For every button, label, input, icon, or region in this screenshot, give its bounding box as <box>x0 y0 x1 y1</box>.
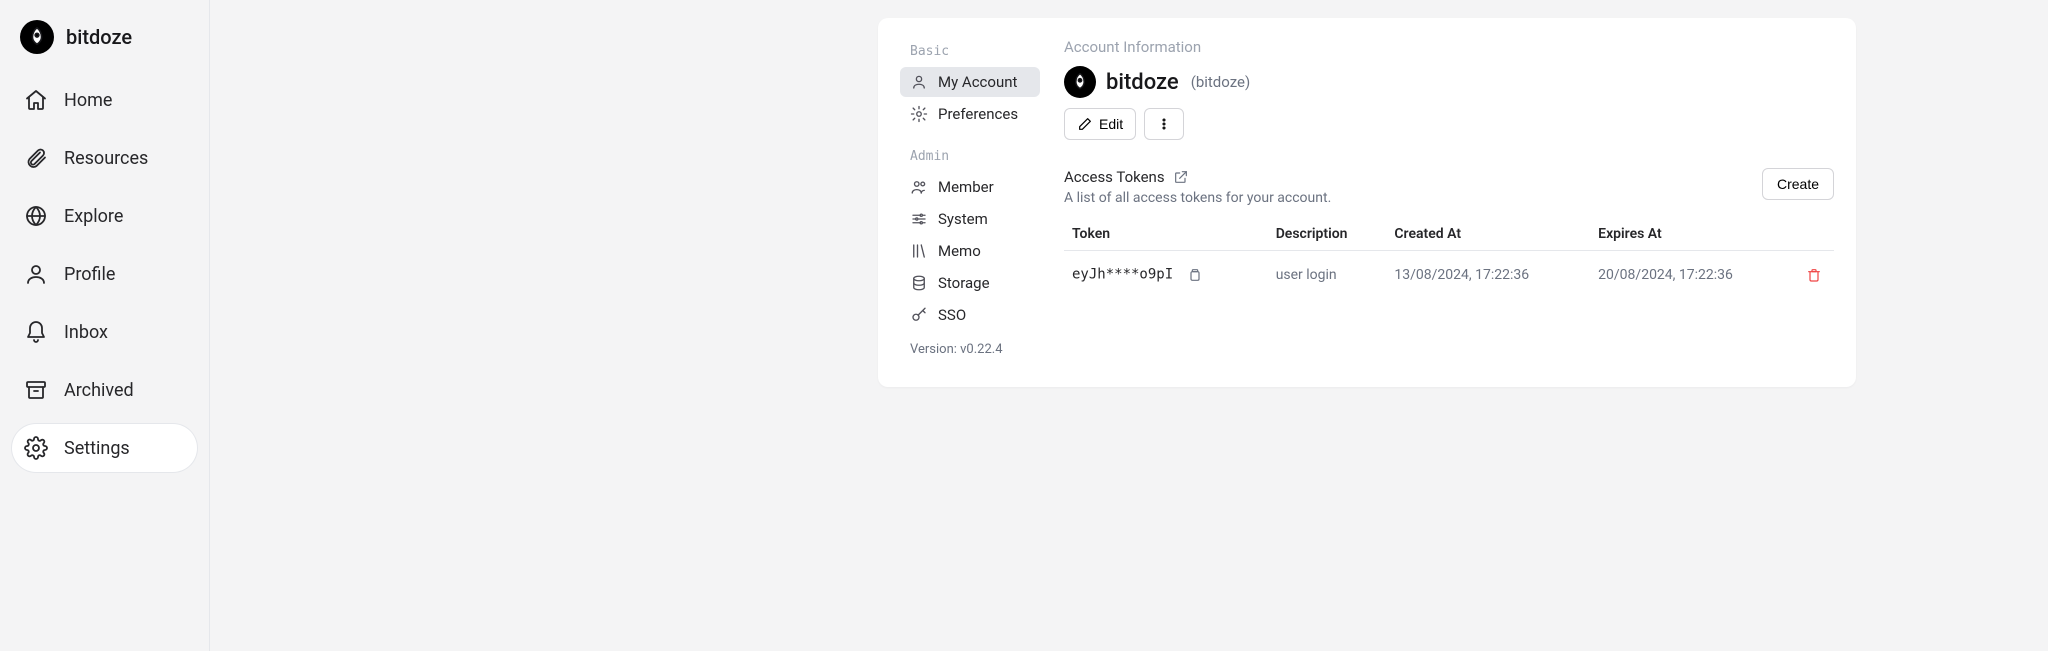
col-actions <box>1794 216 1834 251</box>
create-token-button[interactable]: Create <box>1762 168 1834 200</box>
settings-content: Account Information bitdoze (bitdoze) Ed… <box>1064 38 1834 367</box>
delete-token-button[interactable] <box>1802 263 1826 287</box>
trash-icon <box>1806 267 1822 283</box>
token-created: 13/08/2024, 17:22:36 <box>1386 251 1590 300</box>
nav-label: Archived <box>64 380 134 401</box>
nav-label: Settings <box>64 438 130 459</box>
more-vertical-icon <box>1156 116 1172 132</box>
tokens-title: Access Tokens <box>1064 168 1165 186</box>
settings-item-label: SSO <box>938 306 966 324</box>
nav-label: Explore <box>64 206 123 227</box>
main-content: Basic My Account Preferences Admin Membe… <box>210 0 2048 651</box>
globe-icon <box>24 204 48 228</box>
account-handle: (bitdoze) <box>1191 73 1251 91</box>
nav-label: Profile <box>64 264 115 285</box>
settings-card: Basic My Account Preferences Admin Membe… <box>878 18 1856 387</box>
token-description: user login <box>1268 251 1387 300</box>
col-created: Created At <box>1386 216 1590 251</box>
settings-item-label: Memo <box>938 242 981 260</box>
users-icon <box>910 178 928 196</box>
table-row: eyJh****o9pI user login 13/08/2024, 17:2… <box>1064 251 1834 300</box>
main-sidebar: bitdoze Home Resources Explore Profile I… <box>0 0 210 651</box>
nav-label: Home <box>64 90 112 111</box>
settings-item-label: Member <box>938 178 994 196</box>
account-display-name: bitdoze <box>1106 70 1179 95</box>
nav-settings[interactable]: Settings <box>12 424 197 472</box>
account-identity: bitdoze (bitdoze) <box>1064 66 1834 98</box>
settings-item-my-account[interactable]: My Account <box>900 67 1040 97</box>
col-token: Token <box>1064 216 1268 251</box>
group-label-basic: Basic <box>900 38 1040 65</box>
copy-token-button[interactable] <box>1183 263 1207 287</box>
settings-item-label: System <box>938 210 988 228</box>
settings-item-label: Preferences <box>938 105 1018 123</box>
section-title: Account Information <box>1064 38 1834 56</box>
settings-item-label: Storage <box>938 274 990 292</box>
settings-item-storage[interactable]: Storage <box>900 268 1040 298</box>
external-link-icon[interactable] <box>1173 169 1189 185</box>
col-description: Description <box>1268 216 1387 251</box>
more-button[interactable] <box>1144 108 1184 140</box>
nav-label: Resources <box>64 148 148 169</box>
edit-button-label: Edit <box>1099 116 1123 132</box>
avatar <box>1064 66 1096 98</box>
clipboard-icon <box>1187 267 1203 283</box>
tokens-description: A list of all access tokens for your acc… <box>1064 190 1331 206</box>
edit-button[interactable]: Edit <box>1064 108 1136 140</box>
col-expires: Expires At <box>1590 216 1794 251</box>
nav-archived[interactable]: Archived <box>12 366 197 414</box>
library-icon <box>910 242 928 260</box>
brand-logo <box>20 20 54 54</box>
settings-item-memo[interactable]: Memo <box>900 236 1040 266</box>
tokens-table: Token Description Created At Expires At … <box>1064 216 1834 299</box>
sliders-icon <box>910 210 928 228</box>
settings-nav: Basic My Account Preferences Admin Membe… <box>900 38 1040 367</box>
token-expires: 20/08/2024, 17:22:36 <box>1590 251 1794 300</box>
user-icon <box>910 73 928 91</box>
brand-name: bitdoze <box>66 25 132 49</box>
archive-icon <box>24 378 48 402</box>
group-label-admin: Admin <box>900 143 1040 170</box>
bell-icon <box>24 320 48 344</box>
database-icon <box>910 274 928 292</box>
nav-inbox[interactable]: Inbox <box>12 308 197 356</box>
nav-explore[interactable]: Explore <box>12 192 197 240</box>
settings-item-member[interactable]: Member <box>900 172 1040 202</box>
pencil-icon <box>1077 116 1093 132</box>
paperclip-icon <box>24 146 48 170</box>
brand: bitdoze <box>12 20 197 72</box>
settings-item-label: My Account <box>938 73 1017 91</box>
settings-item-system[interactable]: System <box>900 204 1040 234</box>
user-icon <box>24 262 48 286</box>
nav-home[interactable]: Home <box>12 76 197 124</box>
nav-profile[interactable]: Profile <box>12 250 197 298</box>
nav-resources[interactable]: Resources <box>12 134 197 182</box>
settings-item-preferences[interactable]: Preferences <box>900 99 1040 129</box>
key-icon <box>910 306 928 324</box>
cog-icon <box>910 105 928 123</box>
nav-label: Inbox <box>64 322 108 343</box>
home-icon <box>24 88 48 112</box>
token-value: eyJh****o9pI <box>1072 267 1173 283</box>
gear-icon <box>24 436 48 460</box>
settings-item-sso[interactable]: SSO <box>900 300 1040 330</box>
version-label: Version: v0.22.4 <box>900 332 1040 367</box>
